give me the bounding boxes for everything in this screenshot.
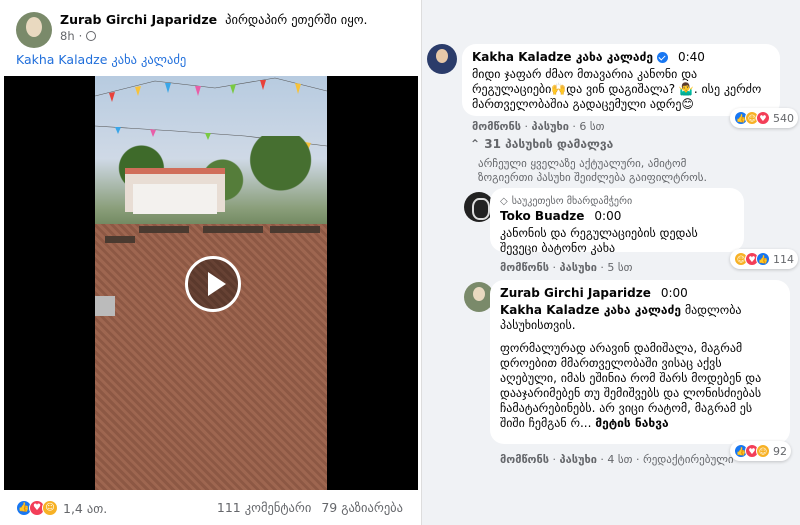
commenter-name[interactable]: Kakha Kaladze კახა კალაძე (472, 50, 653, 65)
like-link[interactable]: მომწონს (472, 120, 521, 133)
like-icon: 👍 (756, 252, 770, 266)
play-button[interactable] (185, 256, 241, 312)
commenter-avatar[interactable] (427, 44, 457, 74)
post-header: Zurab Girchi Japaridze პირდაპირ ეთერში ი… (16, 12, 368, 48)
commenter-name[interactable]: Toko Buadze (500, 209, 584, 224)
video-player[interactable] (4, 76, 418, 490)
badge-label: საუკეთესო მხარდამჭერი (511, 196, 633, 207)
comment-age[interactable]: 6 სთ (579, 120, 604, 133)
post-card: Zurab Girchi Japaridze პირდაპირ ეთერში ი… (0, 0, 422, 525)
reaction-count: 540 (773, 111, 794, 125)
edited-label[interactable]: რედაქტირებული (643, 453, 734, 466)
globe-icon (86, 31, 97, 41)
post-stats: 111 კომენტარი 79 გაზიარება (217, 500, 403, 515)
verified-icon (656, 52, 668, 63)
like-link[interactable]: მომწონს (500, 453, 549, 466)
collapse-arrow-icon: ⌃ (470, 137, 485, 151)
reaction-summary[interactable]: 👍 ♥ ☺ 1,4 ათ. (16, 500, 107, 516)
mention-link[interactable]: Kakha Kaladze კახა კალაძე (500, 303, 681, 317)
bench (105, 236, 135, 243)
author-name[interactable]: Zurab Girchi Japaridze (60, 12, 217, 27)
see-more-link[interactable]: მეტის ნახვა (595, 416, 668, 430)
commenter-name[interactable]: Zurab Girchi Japaridze (500, 286, 651, 301)
comment-reactions[interactable]: ☺ ♥ 👍 114 (730, 249, 798, 269)
author-avatar[interactable] (16, 12, 52, 48)
filter-note: არჩეული ყველაზე აქტუალური, ამიტომ ზოგიერ… (478, 157, 707, 184)
comment-actions: მომწონს · პასუხი · 6 სთ (472, 120, 605, 133)
reaction-count: 92 (773, 444, 787, 458)
comment-age[interactable]: 4 სთ (607, 453, 632, 466)
comment-video-time[interactable]: 0:00 (661, 286, 688, 301)
shares-count[interactable]: 79 გაზიარება (321, 500, 403, 515)
reply-link[interactable]: პასუხი (560, 261, 597, 274)
hide-replies-link[interactable]: ⌃ 31 პასუხის დამალვა (470, 137, 613, 151)
comment-text: ფორმალურად არავინ დამიშალა, მაგრამ დროებ… (500, 341, 780, 431)
stage (125, 168, 225, 214)
hide-replies-label: 31 პასუხის დამალვა (484, 137, 614, 151)
comment-reactions[interactable]: 👍 ♥ ☺ 92 (730, 441, 791, 461)
reaction-count: 1,4 ათ. (63, 500, 108, 516)
stone-block (95, 296, 115, 316)
comment-reactions[interactable]: 👍 ☺ ♥ 540 (730, 108, 798, 128)
love-icon: ♥ (756, 111, 770, 125)
comment-video-time[interactable]: 0:40 (678, 50, 705, 65)
bench (203, 226, 263, 233)
reaction-count: 114 (773, 252, 794, 266)
comment-bubble: Zurab Girchi Japaridze 0:00 Kakha Kaladz… (490, 280, 790, 444)
comment-bubble: Kakha Kaladze კახა კალაძე 0:40 მიდი ჯაფა… (462, 44, 780, 116)
comment-bubble: ◇ საუკეთესო მხარდამჭერი Toko Buadze 0:00… (490, 188, 744, 255)
diamond-icon: ◇ (500, 196, 508, 207)
comment-age[interactable]: 5 სთ (607, 261, 632, 274)
comment-text-line1: Kakha Kaladze კახა კალაძე მადლობა პასუხი… (500, 303, 780, 333)
comment-text: მიდი ჯაფარ ძმაო მთავარია კანონი და რეგულ… (472, 67, 762, 111)
comments-count[interactable]: 111 კომენტარი (217, 500, 311, 515)
haha-icon: ☺ (756, 444, 770, 458)
reply-link[interactable]: პასუხი (532, 120, 569, 133)
top-fan-badge: ◇ საუკეთესო მხარდამჭერი (500, 194, 734, 209)
comment-video-time[interactable]: 0:00 (594, 209, 621, 224)
reply-link[interactable]: პასუხი (560, 453, 597, 466)
haha-icon: ☺ (42, 500, 58, 516)
comment-actions: მომწონს · პასუხი · 5 სთ (500, 261, 633, 274)
live-status: პირდაპირ ეთერში იყო. (225, 12, 368, 27)
like-link[interactable]: მომწონს (500, 261, 549, 274)
mention-link[interactable]: Kakha Kaladze კახა კალაძე (16, 52, 186, 67)
comment-text: კანონის და რეგულაციების დედას შევეცი ბატ… (500, 226, 698, 255)
post-time[interactable]: 8h (60, 28, 75, 44)
bench (139, 226, 189, 233)
comment-actions: მომწონს · პასუხი · 4 სთ · რედაქტირებული (500, 453, 734, 466)
bench (270, 226, 320, 233)
